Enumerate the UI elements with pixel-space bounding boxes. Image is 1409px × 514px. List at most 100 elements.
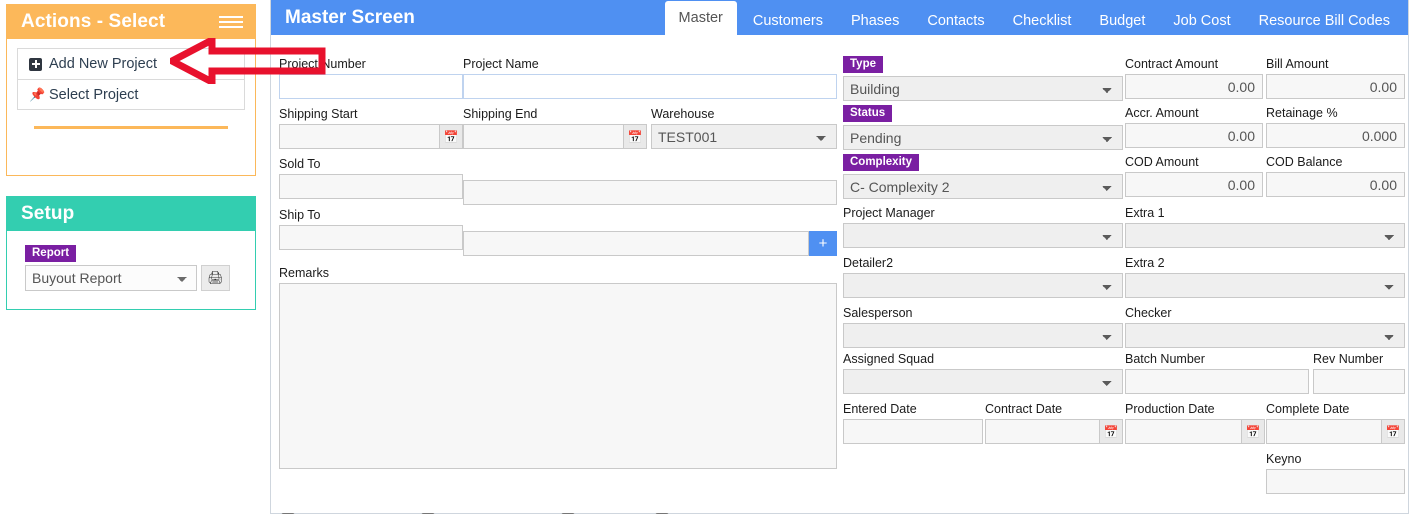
cod-balance-input[interactable] [1266,172,1405,197]
tab-resource-bill-codes[interactable]: Resource Bill Codes [1245,6,1404,35]
remarks-textarea[interactable] [279,283,837,469]
field-sold-to: Sold To [279,157,463,199]
salesperson-select[interactable] [843,323,1123,348]
field-sold-to-secondary [463,180,837,205]
contract-date-input[interactable] [985,419,1099,444]
field-batch-number: Batch Number [1125,352,1309,394]
report-select[interactable]: Buyout Report [25,265,197,292]
tab-job-cost[interactable]: Job Cost [1159,6,1244,35]
select-project-label: Select Project [49,86,139,103]
actions-panel-body: Add New Project 📌 Select Project [7,39,255,175]
complexity-select[interactable]: C- Complexity 2 [843,174,1123,200]
page-title: Master Screen [285,6,415,28]
contract-amount-input[interactable] [1125,74,1263,99]
status-select[interactable]: Pending [843,125,1123,151]
project-number-input[interactable] [279,74,463,99]
calendar-icon[interactable]: 📅 [1241,419,1265,444]
accr-amount-input[interactable] [1125,123,1263,148]
printer-icon: 🖨 [207,270,224,286]
extra2-select[interactable] [1125,273,1405,298]
field-retainage-pct: Retainage % [1266,106,1405,148]
ship-to-label: Ship To [279,208,321,222]
field-project-name: Project Name [463,57,837,99]
tab-customers[interactable]: Customers [739,6,837,35]
field-checker: Checker [1125,306,1405,348]
complete-date-wrap: 📅 [1266,419,1405,444]
contract-date-label: Contract Date [985,402,1063,416]
warehouse-select[interactable]: TEST001 [651,124,837,149]
main-body: Project Number Project Name Shipping Sta… [271,35,1408,514]
add-new-project-button[interactable]: Add New Project [18,49,244,79]
ship-to-name-input[interactable] [463,231,809,256]
checker-select[interactable] [1125,323,1405,348]
keyno-input[interactable] [1266,469,1405,494]
field-project-manager: Project Manager [843,206,1123,248]
tab-checklist[interactable]: Checklist [999,6,1086,35]
field-entered-date: Entered Date [843,402,983,444]
report-badge: Report [25,245,77,263]
retainage-pct-input[interactable] [1266,123,1405,148]
select-project-button[interactable]: 📌 Select Project [18,79,244,109]
tab-contacts[interactable]: Contacts [913,6,998,35]
add-new-project-label: Add New Project [49,56,157,72]
shipping-end-input[interactable] [463,124,623,149]
field-complexity: Complexity C- Complexity 2 [843,152,1123,200]
actions-list: Add New Project 📌 Select Project [17,48,245,110]
field-status: Status Pending [843,103,1123,151]
complete-date-label: Complete Date [1266,402,1350,416]
production-date-input[interactable] [1125,419,1241,444]
project-manager-select[interactable] [843,223,1123,248]
report-row: Buyout Report 🖨 [25,265,245,292]
ship-to-input[interactable] [279,225,463,250]
app-root: Actions - Select Add New Project 📌 Selec… [0,0,1409,514]
detailer2-select[interactable] [843,273,1123,298]
field-production-date: Production Date 📅 [1125,402,1265,444]
cod-amount-input[interactable] [1125,172,1263,197]
rev-number-input[interactable] [1313,369,1405,394]
entered-date-label: Entered Date [843,402,917,416]
field-remarks: Remarks [279,266,837,469]
print-button[interactable]: 🖨 [201,265,230,292]
remarks-label: Remarks [279,266,330,280]
hamburger-icon[interactable] [219,15,243,28]
tab-master[interactable]: Master [664,1,737,35]
calendar-icon[interactable]: 📅 [623,124,647,149]
assigned-squad-select[interactable] [843,369,1123,394]
extra1-select[interactable] [1125,223,1405,248]
sold-to-input[interactable] [279,174,463,199]
complete-date-input[interactable] [1266,419,1381,444]
plus-icon[interactable]: + [809,231,837,256]
shipping-start-wrap: 📅 [279,124,463,149]
warehouse-label: Warehouse [651,107,715,121]
sold-to-name-input[interactable] [463,180,837,205]
project-name-input[interactable] [463,74,837,99]
type-badge: Type [843,56,883,74]
actions-panel-header: Actions - Select [7,4,255,39]
actions-panel: Actions - Select Add New Project 📌 Selec… [6,4,256,176]
project-name-label: Project Name [463,57,539,71]
tab-phases[interactable]: Phases [837,6,913,35]
main-header: Master Screen Master Customers Phases Co… [271,0,1408,35]
assigned-squad-label: Assigned Squad [843,352,935,366]
type-select[interactable]: Building [843,76,1123,102]
field-complete-date: Complete Date 📅 [1266,402,1405,444]
checker-label: Checker [1125,306,1172,320]
calendar-icon[interactable]: 📅 [1381,419,1405,444]
entered-date-input[interactable] [843,419,983,444]
cod-balance-label: COD Balance [1266,155,1343,169]
calendar-icon[interactable]: 📅 [439,124,463,149]
tab-bar: Master Customers Phases Contacts Checkli… [664,0,1408,35]
shipping-end-label: Shipping End [463,107,538,121]
project-number-label: Project Number [279,57,366,71]
project-manager-label: Project Manager [843,206,935,220]
report-badge-wrap: Report [25,243,245,263]
type-badge-wrap: Type [843,54,1123,74]
batch-number-input[interactable] [1125,369,1309,394]
setup-panel-body: Report Buyout Report 🖨 [7,231,255,309]
bill-amount-input[interactable] [1266,74,1405,99]
field-contract-amount: Contract Amount [1125,57,1263,99]
sold-to-label: Sold To [279,157,321,171]
tab-budget[interactable]: Budget [1085,6,1159,35]
calendar-icon[interactable]: 📅 [1099,419,1123,444]
shipping-start-input[interactable] [279,124,439,149]
